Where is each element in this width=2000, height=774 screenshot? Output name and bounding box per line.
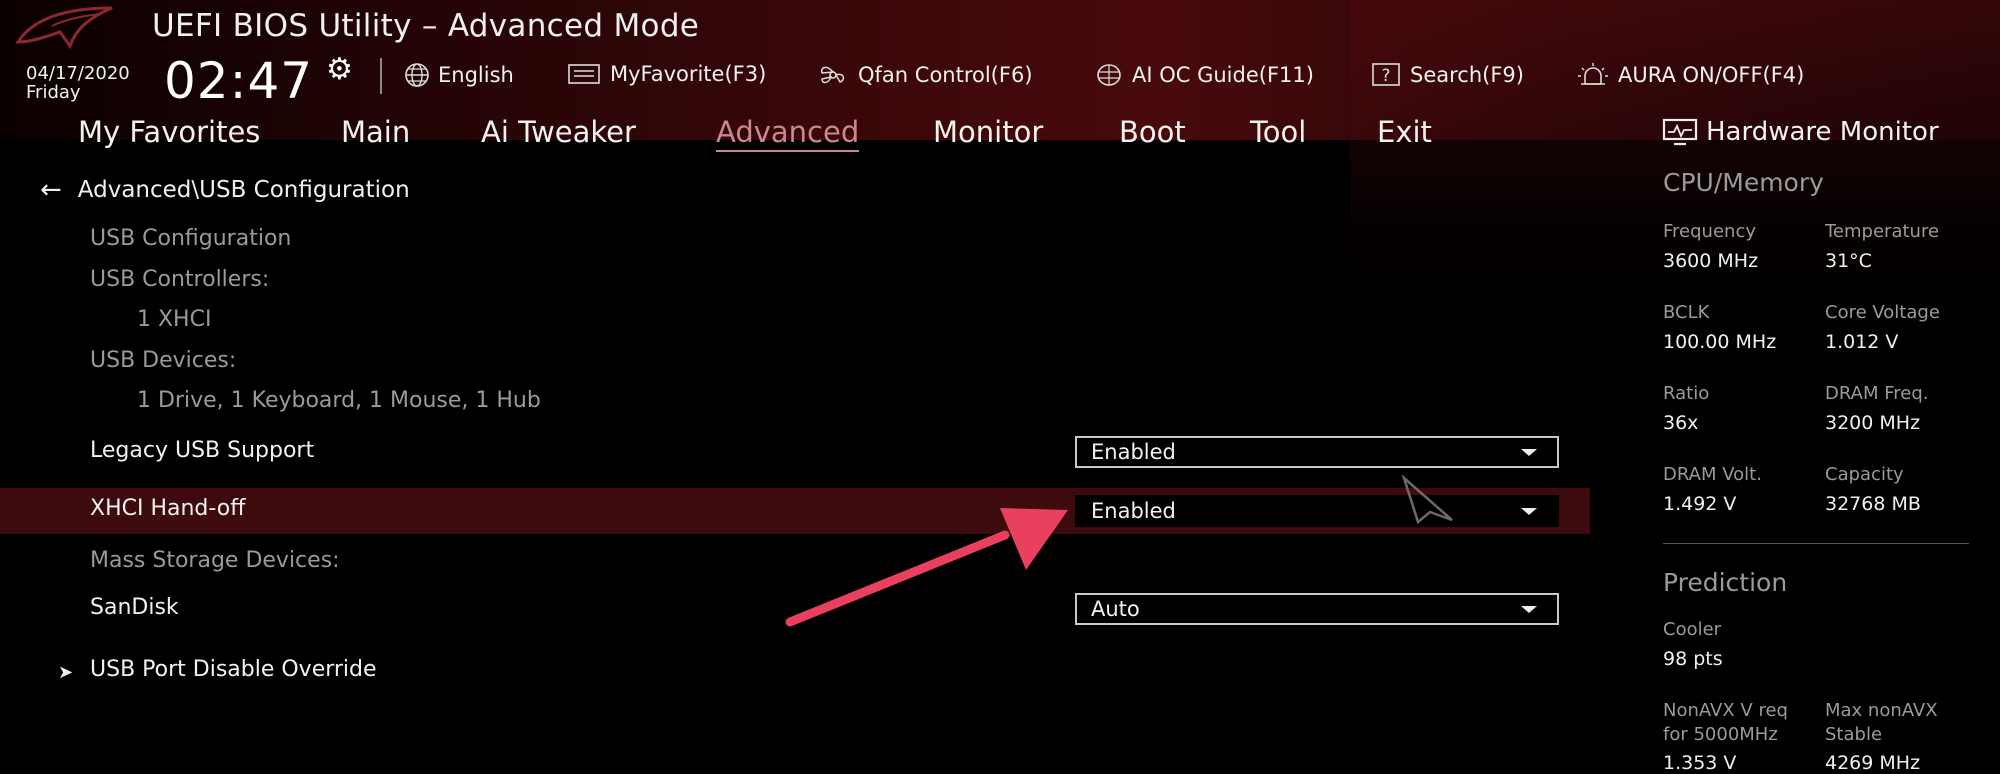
day-value: Friday (26, 82, 81, 103)
nonavx-vreq-label-line2: for 5000MHz (1663, 724, 1778, 745)
date-display: 04/17/2020 Friday (26, 64, 130, 102)
language-label: English (438, 63, 514, 87)
myfavorite-button[interactable]: MyFavorite(F3) (568, 62, 766, 86)
bclk-label: BCLK (1663, 302, 1710, 323)
tab-ai-tweaker[interactable]: Ai Tweaker (481, 115, 636, 149)
frequency-value: 3600 MHz (1663, 250, 1759, 272)
hardware-monitor-label: Hardware Monitor (1706, 117, 1939, 147)
xhci-handoff-label[interactable]: XHCI Hand-off (90, 496, 245, 521)
ai-chip-icon (1097, 64, 1121, 86)
dram-freq-label: DRAM Freq. (1825, 383, 1929, 404)
usb-controllers-label: USB Controllers: (90, 267, 270, 292)
temperature-value: 31°C (1825, 250, 1872, 272)
aura-label: AURA ON/OFF(F4) (1618, 63, 1805, 87)
prediction-heading: Prediction (1663, 568, 1788, 597)
xhci-handoff-value: Enabled (1091, 499, 1176, 523)
date-value: 04/17/2020 (26, 63, 130, 84)
language-button[interactable]: English (404, 62, 514, 88)
nonavx-vreq-value: 1.353 V (1663, 752, 1737, 774)
search-help-icon: ? (1372, 63, 1400, 86)
mouse-pointer-icon (1401, 474, 1453, 524)
search-label: Search(F9) (1410, 63, 1524, 87)
breadcrumb-path: Advanced\USB Configuration (77, 177, 410, 203)
breadcrumb: ← Advanced\USB Configuration (40, 175, 410, 205)
ai-oc-label: AI OC Guide(F11) (1132, 63, 1314, 87)
ai-oc-guide-button[interactable]: AI OC Guide(F11) (1094, 62, 1314, 88)
qfan-label: Qfan Control(F6) (858, 63, 1033, 87)
toolbar-divider (380, 58, 382, 94)
legacy-usb-support-value: Enabled (1091, 440, 1176, 464)
usb-devices-label: USB Devices: (90, 348, 237, 373)
aura-toggle-button[interactable]: AURA ON/OFF(F4) (1576, 62, 1804, 88)
section-divider (1663, 543, 1969, 544)
cooler-value: 98 pts (1663, 648, 1723, 670)
tab-tool[interactable]: Tool (1250, 115, 1306, 149)
bclk-value: 100.00 MHz (1663, 331, 1777, 353)
temperature-label: Temperature (1825, 221, 1940, 242)
legacy-usb-support-label: Legacy USB Support (90, 438, 315, 463)
capacity-value: 32768 MB (1825, 493, 1921, 515)
usb-controllers-value: 1 XHCI (137, 307, 212, 332)
tab-main[interactable]: Main (341, 115, 410, 149)
monitor-icon (1662, 118, 1698, 146)
clock: 02:47 (164, 52, 314, 110)
page-title: UEFI BIOS Utility – Advanced Mode (152, 8, 700, 44)
xhci-handoff-select[interactable]: Enabled (1075, 495, 1559, 527)
tab-exit[interactable]: Exit (1377, 115, 1432, 149)
back-arrow-icon[interactable]: ← (40, 175, 62, 205)
chevron-down-icon (1521, 605, 1537, 613)
core-voltage-value: 1.012 V (1825, 331, 1899, 353)
max-nonavx-label-line2: Stable (1825, 724, 1883, 745)
chevron-down-icon (1521, 507, 1537, 515)
fan-icon (820, 66, 845, 84)
dram-volt-value: 1.492 V (1663, 493, 1737, 515)
chevron-down-icon (1521, 448, 1537, 456)
tab-boot[interactable]: Boot (1119, 115, 1186, 149)
usb-devices-value: 1 Drive, 1 Keyboard, 1 Mouse, 1 Hub (137, 388, 541, 413)
dram-freq-value: 3200 MHz (1825, 412, 1921, 434)
legacy-usb-support-select[interactable]: Enabled (1075, 436, 1559, 468)
favorite-list-icon (568, 64, 600, 84)
globe-icon (405, 63, 429, 87)
myfavorite-label: MyFavorite(F3) (610, 62, 767, 86)
ratio-label: Ratio (1663, 383, 1710, 404)
mass-storage-label: Mass Storage Devices: (90, 548, 340, 573)
cooler-label: Cooler (1663, 619, 1722, 640)
qfan-control-button[interactable]: Qfan Control(F6) (816, 62, 1033, 88)
tab-advanced[interactable]: Advanced (716, 115, 860, 152)
hardware-monitor-title: Hardware Monitor (1662, 117, 1939, 147)
gear-icon[interactable]: ⚙ (326, 52, 353, 87)
ratio-value: 36x (1663, 412, 1699, 434)
aura-light-icon (1578, 63, 1608, 85)
svg-text:?: ? (1381, 66, 1390, 86)
max-nonavx-label-line1: Max nonAVX (1825, 700, 1938, 721)
capacity-label: Capacity (1825, 464, 1904, 485)
sandisk-value: Auto (1091, 597, 1140, 621)
core-voltage-label: Core Voltage (1825, 302, 1940, 323)
tab-my-favorites[interactable]: My Favorites (78, 115, 260, 149)
usb-port-disable-override-link[interactable]: USB Port Disable Override (90, 657, 377, 682)
usb-configuration-heading: USB Configuration (90, 226, 292, 251)
search-button[interactable]: ? Search(F9) (1372, 62, 1524, 88)
rog-logo-icon (15, 6, 113, 50)
tab-monitor[interactable]: Monitor (933, 115, 1043, 149)
cpu-memory-heading: CPU/Memory (1663, 168, 1824, 197)
dram-volt-label: DRAM Volt. (1663, 464, 1762, 485)
sandisk-label: SanDisk (90, 595, 179, 620)
nonavx-vreq-label-line1: NonAVX V req (1663, 700, 1788, 721)
frequency-label: Frequency (1663, 221, 1756, 242)
sandisk-select[interactable]: Auto (1075, 593, 1559, 625)
max-nonavx-value: 4269 MHz (1825, 752, 1921, 774)
submenu-arrow-icon: ➤ (58, 662, 74, 683)
